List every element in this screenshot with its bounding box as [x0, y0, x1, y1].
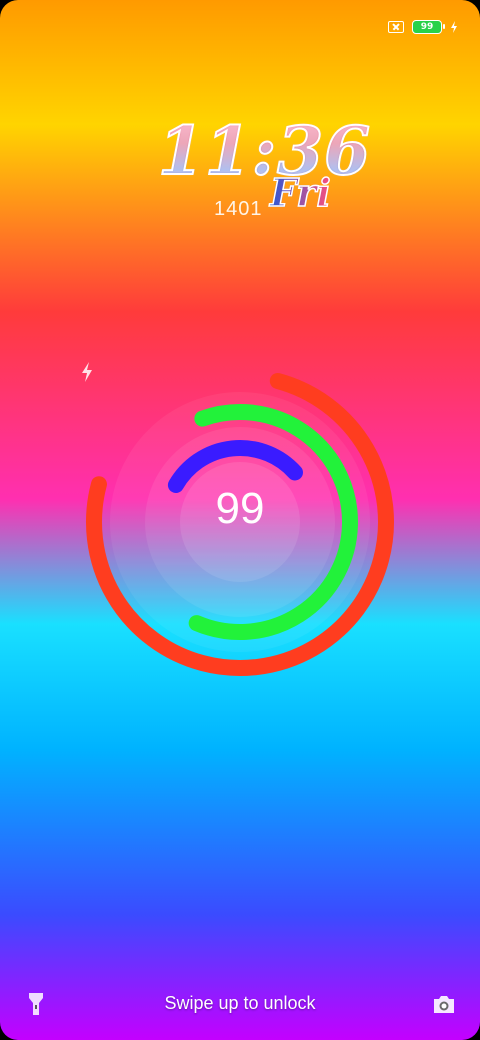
clock-time: 11:36 — [157, 111, 372, 191]
clock-date: 1401 — [214, 198, 263, 220]
charging-bolt-icon — [451, 21, 457, 33]
status-bar: 99 — [388, 16, 458, 38]
battery-ring-widget[interactable]: 99 — [80, 362, 400, 682]
swipe-up-hint: Swipe up to unlock — [164, 993, 316, 1013]
camera-icon[interactable] — [432, 994, 456, 1014]
battery-percent: 99 — [215, 484, 265, 533]
battery-level: 99 — [420, 22, 434, 32]
battery-icon: 99 — [412, 20, 445, 34]
sim-missing-icon — [388, 21, 404, 33]
lock-screen[interactable]: 99 11:36 Fri 1401 99 Swipe up to unlock — [0, 0, 480, 1040]
charging-bolt-icon — [82, 362, 92, 382]
clock-day: Fri — [269, 169, 331, 216]
bottom-shortcuts: Swipe up to unlock — [0, 970, 480, 1040]
lockscreen-clock[interactable]: 11:36 Fri 1401 — [150, 111, 372, 220]
